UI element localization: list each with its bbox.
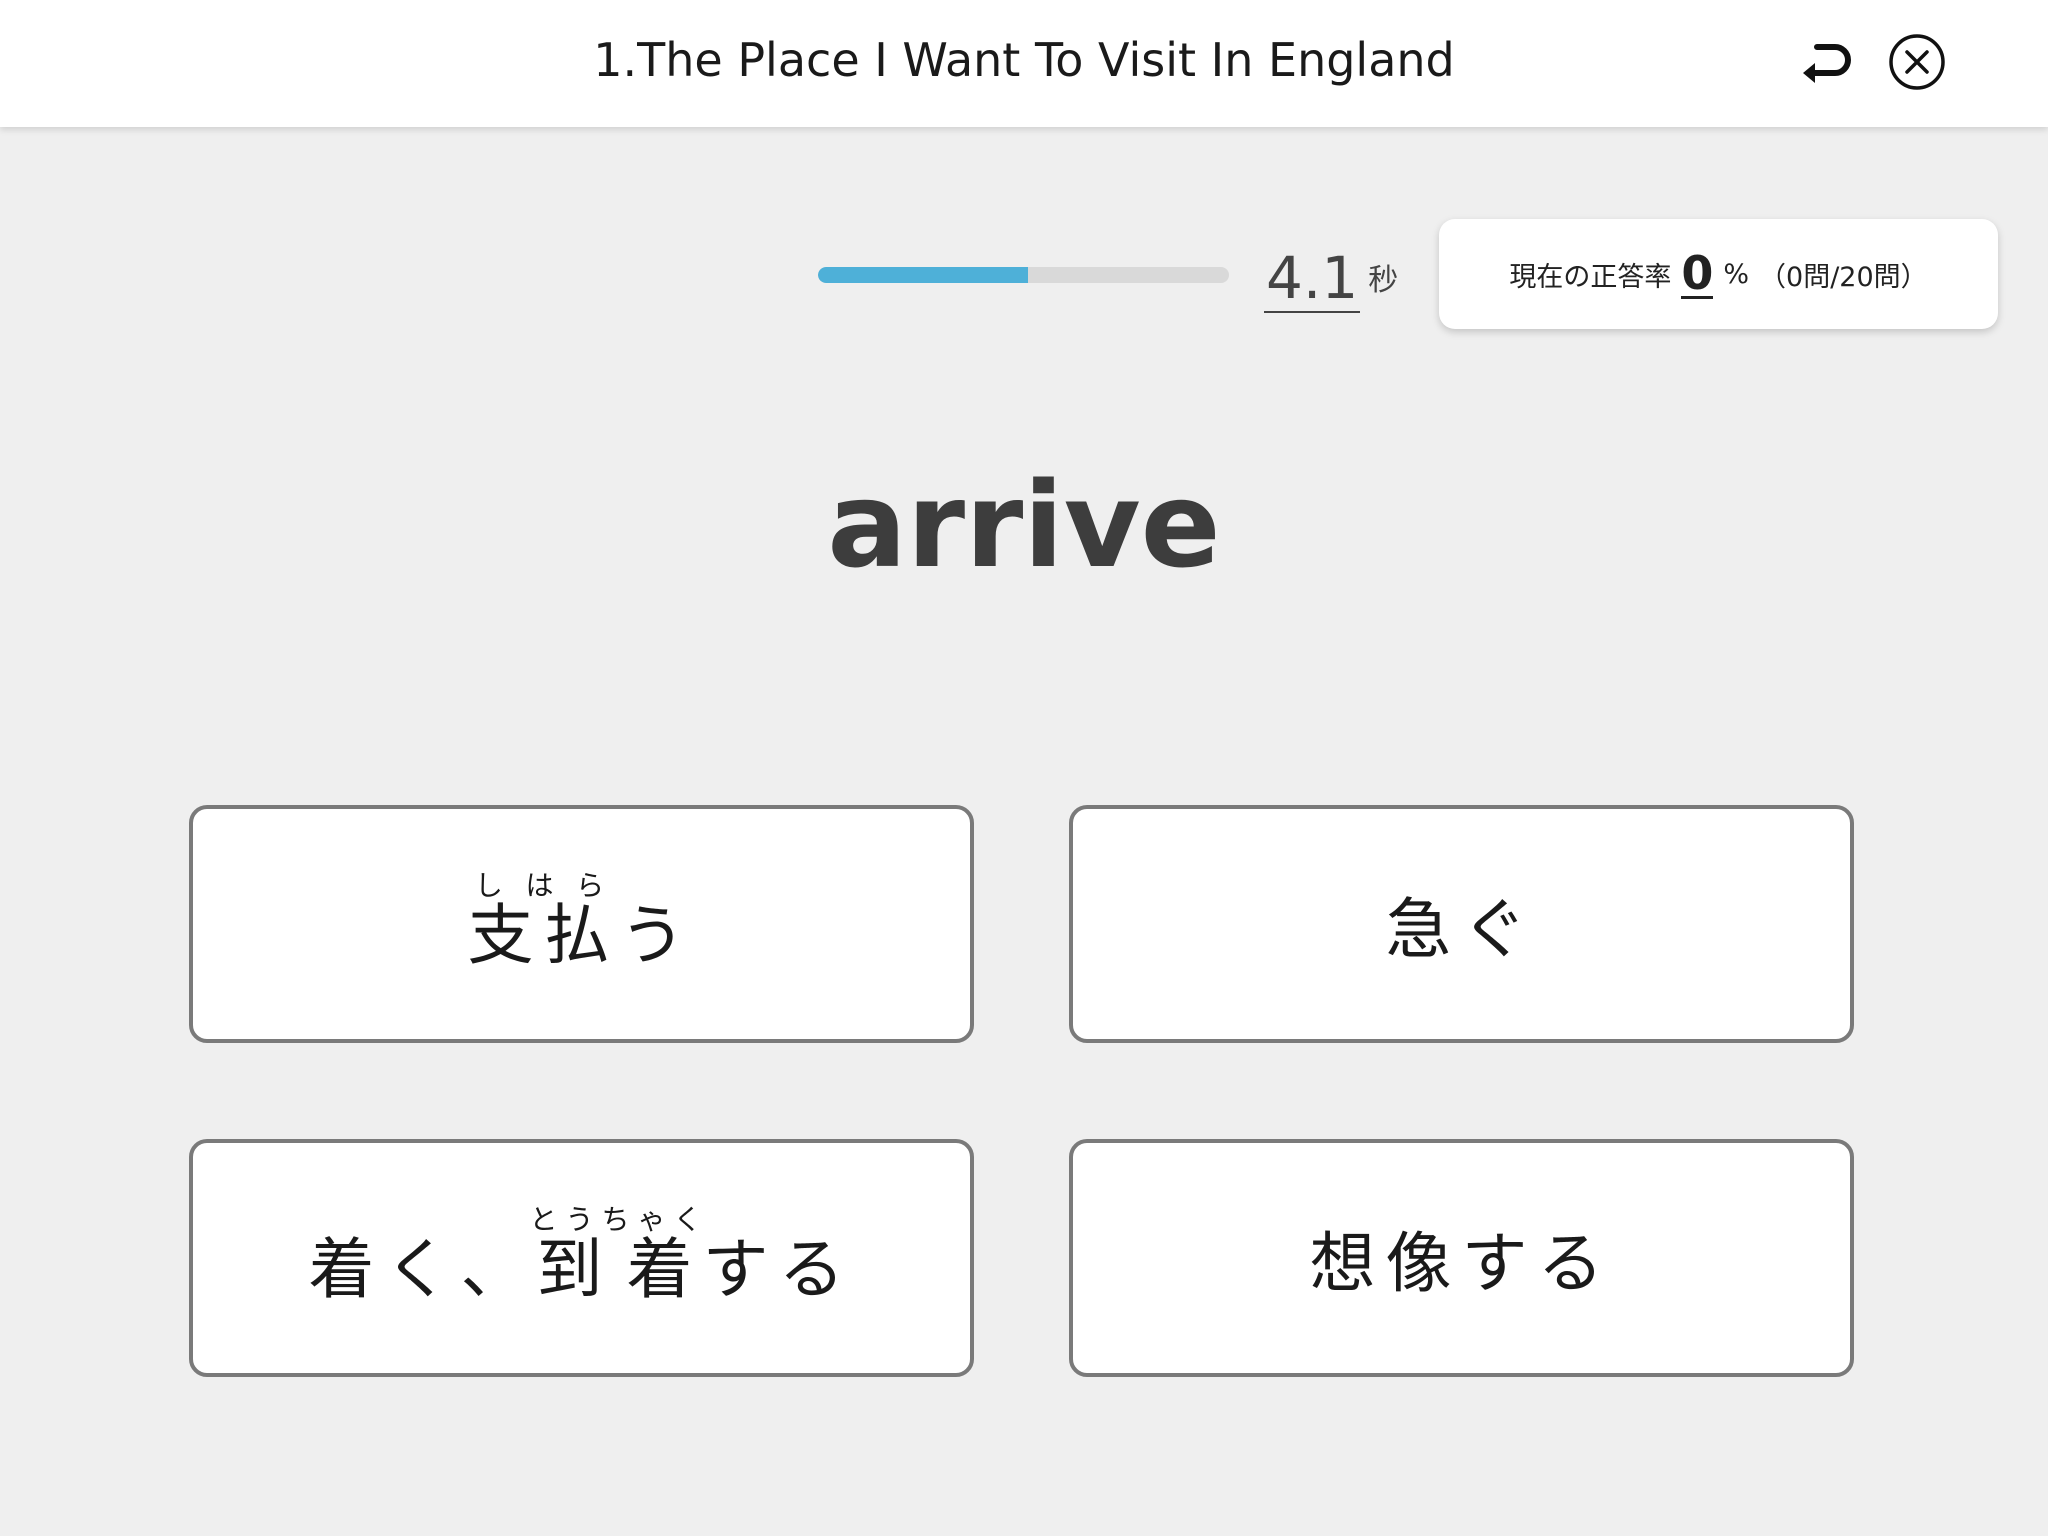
close-circle-icon[interactable] xyxy=(1888,33,1946,91)
return-arrow-icon[interactable] xyxy=(1797,33,1855,91)
furigana: とうちゃく xyxy=(529,1203,710,1236)
question-count: （0問/20問） xyxy=(1759,261,1928,293)
answer-choice-text: 急ぐ xyxy=(1386,876,1538,972)
choice-text-part: 急ぐ xyxy=(1385,891,1538,968)
timer: 4.1 秒 xyxy=(1264,245,1398,315)
lesson-title: 1.The Place I Want To Visit In England xyxy=(593,33,1455,87)
choice-text-part: 着く、 xyxy=(308,1231,537,1308)
choice-text-part: する xyxy=(702,1231,855,1308)
answer-choice-1[interactable]: 支払しはらう xyxy=(189,805,974,1043)
time-progress-fill xyxy=(818,267,1028,283)
kanji-with-furigana: 支払しはら xyxy=(467,869,620,974)
header-bar: 1.The Place I Want To Visit In England xyxy=(0,0,2048,127)
kanji-with-furigana: 到着とうちゃく xyxy=(529,1203,710,1308)
question-word: arrive xyxy=(827,456,1221,594)
timer-unit: 秒 xyxy=(1368,263,1399,298)
answer-choice-2[interactable]: 急ぐ xyxy=(1069,805,1854,1043)
answer-choice-text: 支払しはらう xyxy=(467,869,696,978)
answer-choice-3[interactable]: 着く、到着とうちゃくする xyxy=(189,1139,974,1377)
answer-choice-text: 想像する xyxy=(1310,1210,1614,1306)
timer-value: 4.1 xyxy=(1264,244,1361,313)
time-progress-bar xyxy=(818,267,1229,283)
accuracy-unit: % xyxy=(1723,258,1750,290)
answer-choice-text: 着く、到着とうちゃくする xyxy=(308,1203,855,1312)
choice-text-part: う xyxy=(619,897,696,974)
choice-text-part: 想像する xyxy=(1309,1225,1614,1302)
accuracy-card: 現在の正答率 0 % （0問/20問） xyxy=(1439,219,1998,329)
accuracy-value: 0 xyxy=(1681,245,1714,300)
answer-choice-4[interactable]: 想像する xyxy=(1069,1139,1854,1377)
furigana: しはら xyxy=(467,869,620,902)
accuracy-label: 現在の正答率 xyxy=(1509,261,1672,293)
